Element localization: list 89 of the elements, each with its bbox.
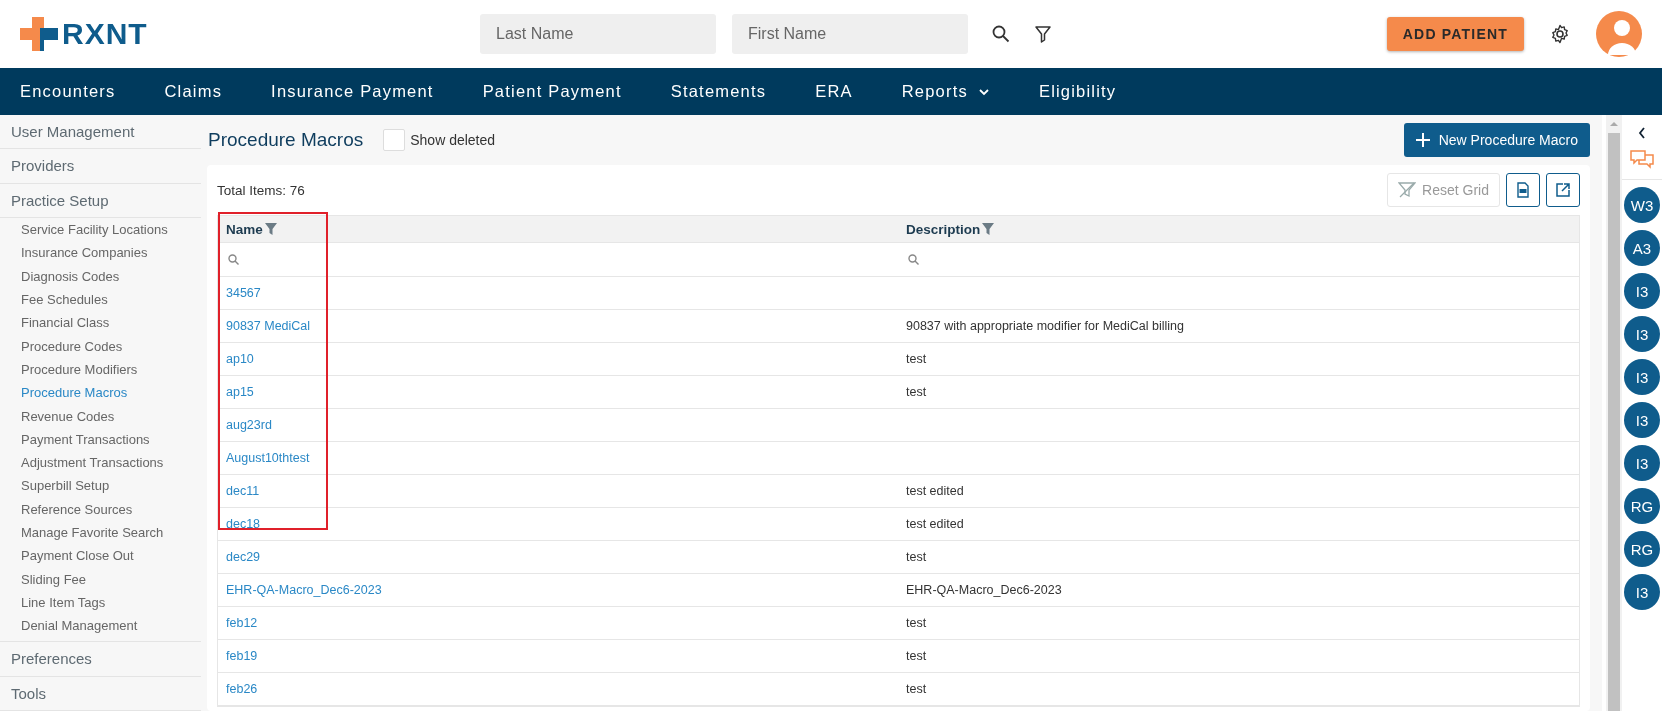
nav-tab[interactable]: ERA [803,82,865,101]
document-icon [1516,182,1530,198]
user-avatar[interactable]: W3 [1624,187,1660,223]
user-avatar[interactable]: I3 [1624,574,1660,610]
column-header[interactable]: Description [906,221,981,237]
user-avatar[interactable]: I3 [1624,273,1660,309]
nav-tab[interactable]: Encounters [8,82,128,101]
total-items: Total Items: 76 [217,182,305,198]
sidebar-item[interactable]: Revenue Codes [0,404,201,428]
macro-name-link[interactable]: 34567 [226,286,261,300]
show-deleted-label: Show deleted [410,132,496,148]
new-procedure-macro-button[interactable]: New Procedure Macro [1403,123,1590,157]
pdf-export-button[interactable] [1506,173,1540,207]
search-icon [908,254,919,265]
table-cell: test [906,616,927,630]
sidebar-item[interactable]: Procedure Modifiers [0,357,201,382]
user-avatar[interactable]: I3 [1624,316,1660,352]
macro-name-link[interactable]: EHR-QA-Macro_Dec6-2023 [226,583,382,597]
sidebar-item[interactable]: Fee Schedules [0,287,201,312]
chevron-down-icon [977,87,990,96]
table-cell: test [906,352,927,366]
user-avatar[interactable]: I3 [1624,359,1660,395]
search-icon[interactable] [992,25,1010,43]
table-cell: test [906,649,927,663]
macro-name-link[interactable]: dec18 [226,517,261,531]
macro-name-link[interactable]: ap10 [226,352,254,366]
macro-name-link[interactable]: dec11 [226,484,260,498]
user-avatar[interactable]: A3 [1624,230,1660,266]
macro-name-link[interactable]: 90837 MediCal [226,319,311,333]
user-avatar[interactable]: I3 [1624,402,1660,438]
chevron-left-icon[interactable] [1638,127,1646,139]
nav-tab[interactable]: Claims [152,82,235,101]
nav-tab[interactable]: Eligibility [1026,82,1129,101]
table-cell: test [906,682,927,696]
table-cell: test [906,385,927,399]
scrollbar[interactable] [1606,115,1622,711]
search-icon [228,254,239,265]
sidebar-item[interactable]: Manage Favorite Search [0,520,201,545]
sidebar-item[interactable]: Superbill Setup [0,474,201,498]
user-avatar[interactable]: I3 [1624,445,1660,481]
brand-name: RXNT [62,17,148,51]
macro-name-link[interactable]: feb19 [226,649,258,663]
table-cell: test edited [906,517,964,531]
nav-tab[interactable]: Statements [658,82,779,101]
table-cell: EHR-QA-Macro_Dec6-2023 [906,583,1062,597]
sidebar-item[interactable]: Procedure Codes [0,334,201,358]
user-avatar[interactable]: RG [1624,488,1660,524]
page-title: Procedure Macros [208,129,364,151]
macro-name-link[interactable]: ap15 [226,385,254,399]
macro-name-link[interactable]: aug23rd [226,418,272,432]
column-header[interactable]: Name [226,221,263,237]
add-patient-button[interactable]: ADD PATIENT [1386,17,1524,51]
nav-tab[interactable]: Insurance Payment [259,82,446,101]
plus-icon [1415,133,1430,147]
sidebar-item[interactable]: Service Facility Locations [0,218,201,242]
sidebar-item[interactable]: Financial Class [0,311,201,335]
filter-off-icon [1398,182,1417,198]
nav-tab[interactable]: Reports [889,82,1002,101]
sidebar-item[interactable]: Payment Close Out [0,544,201,568]
table-cell: test edited [906,484,964,498]
macro-name-link[interactable]: August10thtest [226,451,310,465]
user-avatar-icon[interactable] [1596,11,1642,57]
nav-tab[interactable]: Patient Payment [470,82,634,101]
chat-icon[interactable] [1630,149,1654,171]
first-name-field[interactable]: First Name [732,14,968,54]
scroll-up-icon[interactable] [1609,121,1619,127]
sidebar-item[interactable]: Procedure Macros [0,381,201,405]
sidebar-item[interactable]: Insurance Companies [0,241,201,265]
table-cell: 90837 with appropriate modifier for MediCal billing [906,319,1184,333]
export-button[interactable] [1546,173,1580,207]
logo-cross-icon [20,17,58,51]
sidebar-item[interactable]: Sliding Fee [0,567,201,591]
table-cell: test [906,550,927,564]
macro-name-link[interactable]: feb26 [226,682,258,696]
sidebar-item[interactable]: Payment Transactions [0,427,201,451]
filter-icon[interactable] [1034,25,1052,43]
last-name-field[interactable]: Last Name [480,14,716,54]
settings-icon[interactable] [1550,24,1570,44]
macro-name-link[interactable]: dec29 [226,550,261,564]
sidebar-item[interactable]: Denial Management [0,614,201,638]
user-avatar[interactable]: RG [1624,531,1660,567]
sidebar-item[interactable]: Reference Sources [0,497,201,521]
show-deleted-checkbox[interactable] [383,129,406,151]
sidebar-item[interactable]: Diagnosis Codes [0,264,201,288]
export-icon [1555,182,1571,198]
reset-grid-button[interactable]: Reset Grid [1387,173,1500,207]
macro-name-link[interactable]: feb12 [226,616,258,630]
sidebar-item[interactable]: Adjustment Transactions [0,450,201,475]
sidebar-item[interactable]: Line Item Tags [0,590,201,615]
